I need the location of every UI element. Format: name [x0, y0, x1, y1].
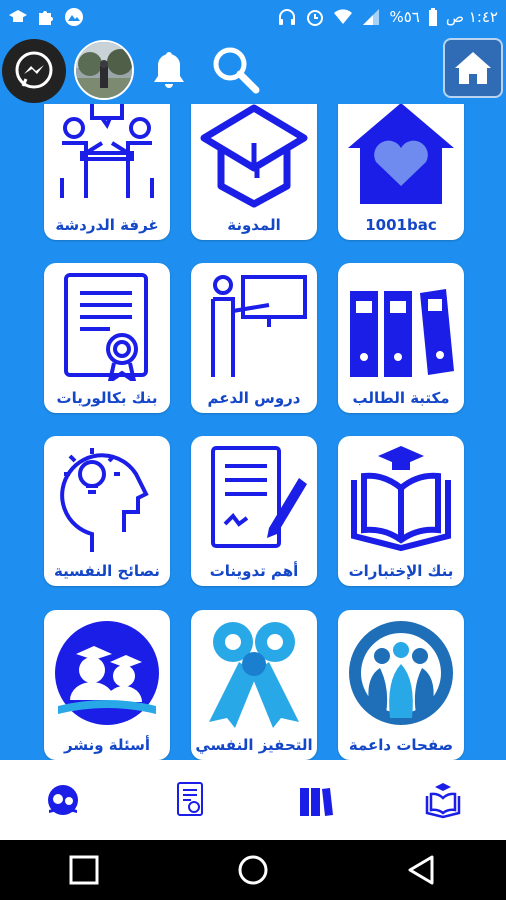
- puzzle-icon: [39, 11, 53, 25]
- tile-bac-bank[interactable]: بنك بكالوريات: [44, 263, 170, 413]
- tile-label: دروس الدعم: [207, 389, 301, 407]
- tile-label: غرفة الدردشة: [55, 216, 159, 234]
- search-icon: [213, 47, 260, 94]
- system-nav-bar: [0, 840, 506, 900]
- tile-psych-tips[interactable]: نصائح النفسية: [44, 436, 170, 586]
- document-pen-icon: [211, 446, 307, 548]
- tile-support-pages[interactable]: صفحات داعمة: [338, 610, 464, 760]
- tile-top-posts[interactable]: أهم تدوينات: [191, 436, 317, 586]
- messenger-button[interactable]: [2, 39, 66, 103]
- graduates-icon: [55, 621, 159, 725]
- main-menu-grid: غرفة الدردشة المدونة 1001bac بنك بكالوري…: [0, 104, 506, 760]
- tile-support-lessons[interactable]: دروس الدعم: [191, 263, 317, 413]
- tile-label: 1001bac: [365, 216, 437, 234]
- status-left: [8, 7, 84, 27]
- clock-time: ١:٤٢ ص: [445, 8, 498, 26]
- tile-label: بنك الإختبارات: [348, 562, 454, 580]
- support-people-icon: [349, 621, 453, 725]
- graduation-cap-notification-icon: [9, 10, 27, 22]
- ribbon-icon: [209, 622, 299, 728]
- tile-questions[interactable]: أسئلة ونشر: [44, 610, 170, 760]
- tile-1001bac[interactable]: 1001bac: [338, 104, 464, 240]
- tile-label: المدونة: [227, 216, 281, 234]
- graduation-cap-icon: [200, 104, 308, 208]
- tile-label: التحفيز النفسي: [195, 736, 313, 754]
- tile-exam-bank[interactable]: بنك الإختبارات: [338, 436, 464, 586]
- battery-icon: [428, 8, 437, 26]
- tile-label: مكتبة الطالب: [352, 389, 450, 407]
- teacher-board-icon: [211, 275, 307, 377]
- avatar-photo: [76, 42, 132, 98]
- graduates-nav-icon[interactable]: [43, 780, 83, 820]
- book-cap-nav-icon[interactable]: [423, 780, 463, 820]
- home-icon: [455, 52, 491, 84]
- status-bar: %٥٦ ١:٤٢ ص: [0, 0, 506, 34]
- binders-icon: [350, 289, 454, 377]
- binders-nav-icon[interactable]: [296, 780, 336, 820]
- home-circle-icon[interactable]: [235, 852, 271, 888]
- book-cap-icon: [351, 446, 451, 552]
- user-avatar[interactable]: [74, 40, 134, 100]
- tile-label: نصائح النفسية: [54, 562, 160, 580]
- head-idea-icon: [60, 448, 149, 552]
- tile-motivation[interactable]: التحفيز النفسي: [191, 610, 317, 760]
- tile-label: صفحات داعمة: [348, 736, 454, 754]
- search-button[interactable]: [210, 44, 262, 96]
- bottom-nav: [0, 760, 506, 840]
- tile-label: بنك بكالوريات: [56, 389, 158, 407]
- certificate-icon: [64, 273, 148, 381]
- headphones-icon: [279, 9, 296, 25]
- chat-room-icon: [60, 104, 154, 198]
- tile-chat-room[interactable]: غرفة الدردشة: [44, 104, 170, 240]
- wifi-icon: [334, 9, 353, 24]
- messenger-icon: [15, 51, 53, 89]
- tile-student-library[interactable]: مكتبة الطالب: [338, 263, 464, 413]
- back-triangle-icon[interactable]: [404, 852, 440, 888]
- mountain-circle-icon: [65, 8, 83, 26]
- signal-icon: [363, 9, 380, 25]
- tile-blog[interactable]: المدونة: [191, 104, 317, 240]
- certificate-nav-icon[interactable]: [170, 780, 210, 820]
- app-header: [0, 34, 506, 104]
- home-button[interactable]: [443, 38, 503, 98]
- battery-percent: %٥٦: [389, 8, 420, 26]
- recent-apps-icon[interactable]: [66, 852, 102, 888]
- tile-label: أهم تدوينات: [209, 562, 299, 580]
- notifications-button[interactable]: [146, 46, 192, 92]
- alarm-icon: [307, 10, 324, 26]
- status-right: %٥٦ ١:٤٢ ص: [277, 7, 498, 27]
- tile-label: أسئلة ونشر: [63, 736, 150, 754]
- bell-icon: [154, 52, 184, 88]
- home-heart-icon: [348, 104, 454, 204]
